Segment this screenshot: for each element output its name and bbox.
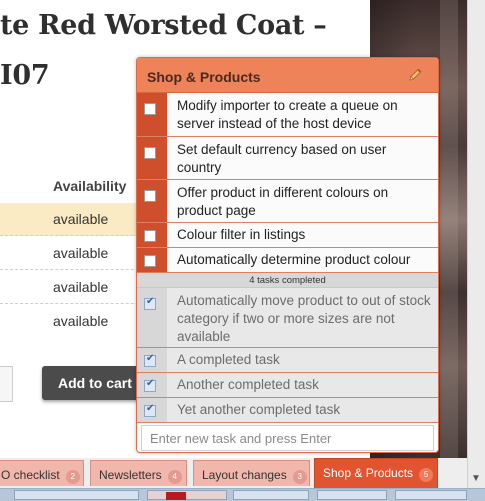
- tab-label: Shop & Products: [323, 466, 414, 480]
- tab-label: Newsletters: [99, 468, 162, 482]
- task-item[interactable]: Automatically determine product colour: [137, 248, 438, 273]
- task-checkbox[interactable]: [144, 147, 156, 159]
- tab-count-badge: 4: [167, 470, 182, 484]
- product-title-line-1: te Red Worsted Coat –: [0, 10, 327, 41]
- popup-header: Shop & Products: [137, 58, 438, 93]
- task-item[interactable]: Colour filter in listings: [137, 223, 438, 248]
- tab-newsletters[interactable]: Newsletters 4: [90, 460, 187, 486]
- task-text: Colour filter in listings: [177, 227, 306, 242]
- task-text: Yet another completed task: [177, 402, 341, 417]
- task-text: Automatically move product to out of sto…: [177, 293, 431, 344]
- completed-task-item[interactable]: A completed task: [137, 348, 438, 373]
- availability-value: available: [53, 279, 109, 295]
- tab-count-badge: 2: [65, 470, 80, 484]
- tab-label: Layout changes: [202, 468, 287, 482]
- task-text: Set default currency based on user count…: [177, 142, 387, 175]
- availability-value: available: [53, 245, 109, 261]
- tab-label: O checklist: [1, 468, 60, 482]
- task-text: Modify importer to create a queue on ser…: [177, 98, 398, 131]
- product-title-line-2: I07: [0, 60, 50, 91]
- availability-value: available: [53, 211, 109, 227]
- tab-layout-changes[interactable]: Layout changes 3: [193, 460, 310, 486]
- new-task-input[interactable]: [141, 425, 434, 451]
- task-checkbox[interactable]: [144, 103, 156, 115]
- task-text: Offer product in different colours on pr…: [177, 185, 389, 218]
- task-list-popup: Shop & Products Modify importer to creat…: [136, 57, 439, 453]
- taskbar-button[interactable]: [14, 490, 139, 500]
- quantity-field[interactable]: [0, 366, 13, 402]
- popup-title: Shop & Products: [147, 69, 261, 85]
- scroll-down-arrow-icon[interactable]: ▼: [467, 470, 485, 488]
- task-checkbox[interactable]: [144, 255, 156, 267]
- task-list-tab-bar: O checklist 2 Newsletters 4 Layout changes…: [0, 458, 467, 488]
- app-thumbnail-icon: [166, 492, 186, 500]
- availability-value: available: [53, 313, 109, 329]
- taskbar-button[interactable]: [395, 490, 467, 500]
- tab-count-badge: 3: [292, 470, 307, 484]
- task-checkbox-checked[interactable]: [144, 296, 156, 310]
- completed-task-item[interactable]: Another completed task: [137, 373, 438, 398]
- task-text: Automatically determine product colour: [177, 252, 411, 267]
- availability-header: Availability: [53, 178, 127, 194]
- completed-task-item[interactable]: Automatically move product to out of sto…: [137, 288, 438, 348]
- tab-count-badge: 5: [419, 468, 434, 482]
- taskbar-button[interactable]: [233, 490, 309, 500]
- completed-summary[interactable]: 4 tasks completed: [137, 273, 438, 288]
- taskbar-button[interactable]: [147, 490, 227, 500]
- photo-detail: [440, 0, 458, 470]
- tab-shop-products[interactable]: Shop & Products 5: [314, 458, 438, 488]
- task-checkbox[interactable]: [144, 190, 156, 202]
- completed-task-item[interactable]: Yet another completed task: [137, 398, 438, 423]
- task-checkbox-checked[interactable]: [144, 403, 156, 417]
- taskbar-button[interactable]: [317, 490, 387, 500]
- task-item[interactable]: Offer product in different colours on pr…: [137, 180, 438, 223]
- task-checkbox[interactable]: [144, 230, 156, 242]
- task-item[interactable]: Modify importer to create a queue on ser…: [137, 93, 438, 137]
- task-item[interactable]: Set default currency based on user count…: [137, 137, 438, 180]
- page-scrollbar[interactable]: [467, 0, 485, 488]
- task-checkbox-checked[interactable]: [144, 353, 156, 367]
- task-text: A completed task: [177, 352, 280, 367]
- tab-seo-checklist[interactable]: O checklist 2: [0, 460, 84, 486]
- task-checkbox-checked[interactable]: [144, 378, 156, 392]
- pencil-icon[interactable]: [407, 67, 423, 83]
- task-text: Another completed task: [177, 377, 319, 392]
